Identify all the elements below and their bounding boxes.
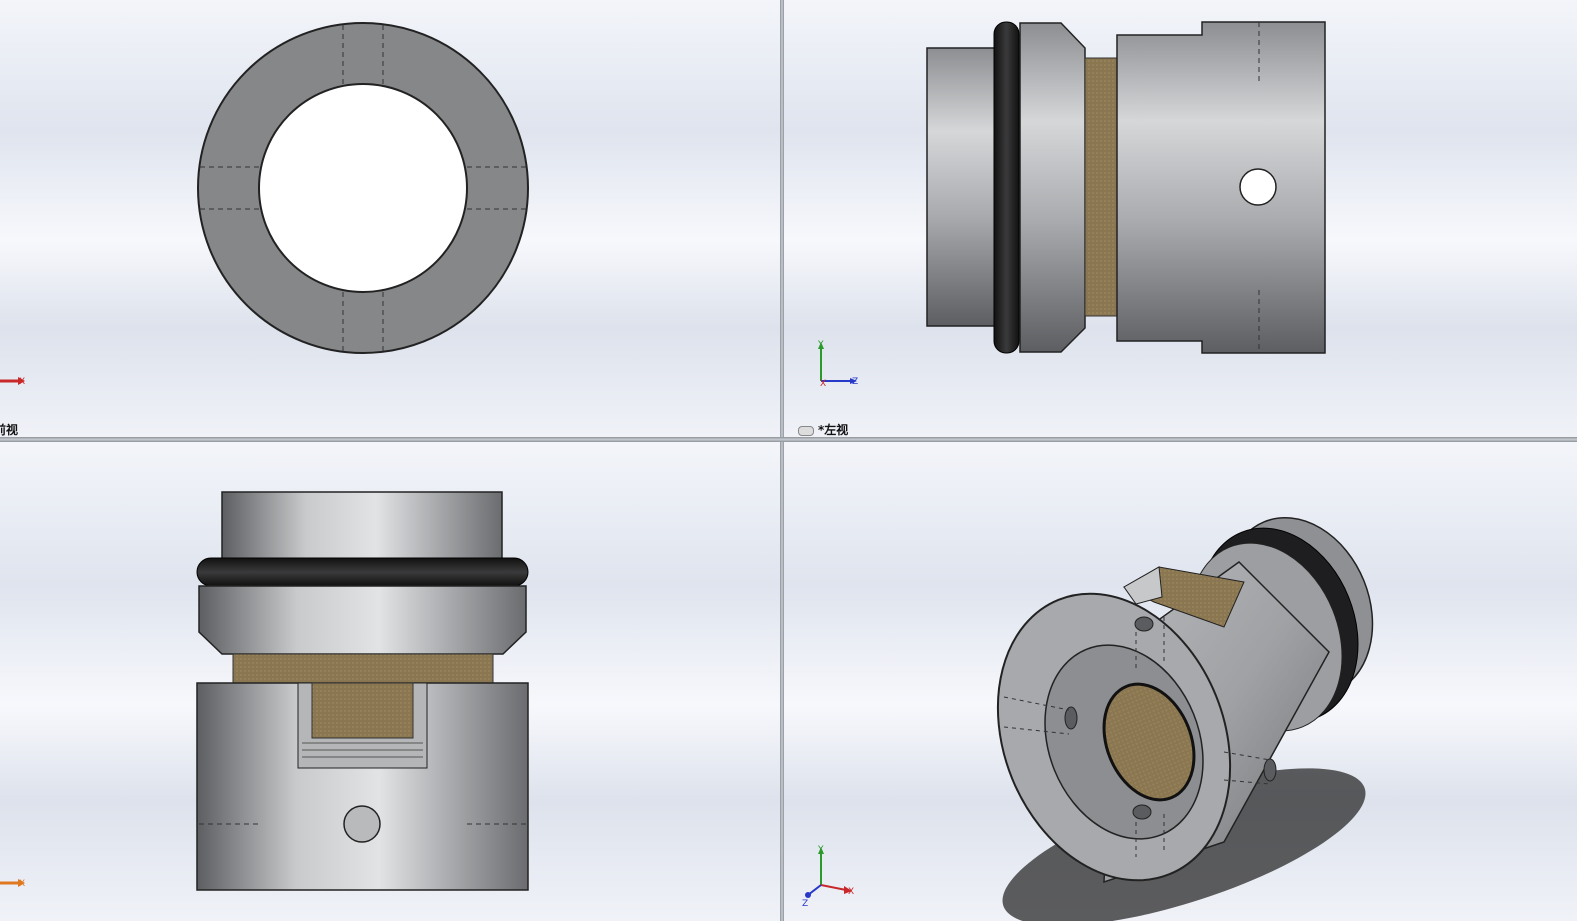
top-view-model: X bbox=[0, 491, 529, 891]
viewport-iso[interactable]: Y X Z bbox=[784, 442, 1577, 921]
main-body bbox=[1116, 21, 1326, 354]
axis-y-label: Y bbox=[817, 340, 824, 350]
bronze-bushing bbox=[1084, 57, 1118, 317]
iso-hole-left bbox=[1064, 706, 1078, 730]
triad-icon: X bbox=[0, 377, 25, 387]
left-view-model: Y Z X bbox=[817, 21, 1326, 389]
top-collar bbox=[221, 491, 503, 563]
axis-x-label: X bbox=[848, 887, 854, 897]
front-view-model: X bbox=[0, 22, 529, 387]
o-ring-top bbox=[196, 557, 529, 587]
iso-hole-bottom bbox=[1132, 804, 1152, 820]
iso-hole-right bbox=[1263, 758, 1277, 782]
axis-x-label: X bbox=[820, 379, 826, 389]
axis-y-label: Y bbox=[817, 845, 824, 855]
viewport-divider-horizontal[interactable] bbox=[0, 437, 1577, 442]
viewport-top[interactable]: X bbox=[0, 442, 780, 921]
retainer-top bbox=[198, 585, 527, 655]
view-label-left-text: *左视 bbox=[818, 423, 849, 437]
viewport-front[interactable]: X 前视 bbox=[0, 0, 780, 437]
view-label-left: *左视 bbox=[798, 421, 848, 437]
axis-z-label: Z bbox=[852, 377, 858, 387]
triad-icon: Y Z X bbox=[817, 340, 858, 389]
axis-x-label: X bbox=[19, 377, 25, 387]
triad-icon: Y X Z bbox=[802, 845, 854, 909]
ring-bore bbox=[258, 83, 468, 293]
left-collar bbox=[926, 47, 998, 327]
view-label-front: 前视 bbox=[0, 423, 19, 437]
iso-hole-top bbox=[1134, 616, 1154, 632]
triad-icon: X bbox=[0, 879, 25, 889]
bronze-bushing-top bbox=[232, 653, 494, 685]
axis-z-label: Z bbox=[802, 899, 808, 909]
viewport-left[interactable]: Y Z X *左视 bbox=[784, 0, 1577, 437]
viewport-divider-vertical[interactable] bbox=[780, 0, 784, 921]
retainer bbox=[1019, 22, 1086, 353]
side-hole bbox=[1239, 168, 1277, 206]
link-icon bbox=[798, 425, 814, 436]
o-ring bbox=[993, 21, 1020, 354]
iso-view-model: Y X Z bbox=[802, 517, 1374, 921]
axis-x-label: X bbox=[19, 879, 25, 889]
side-hole-top bbox=[343, 805, 381, 843]
slot-bushing bbox=[311, 682, 414, 739]
